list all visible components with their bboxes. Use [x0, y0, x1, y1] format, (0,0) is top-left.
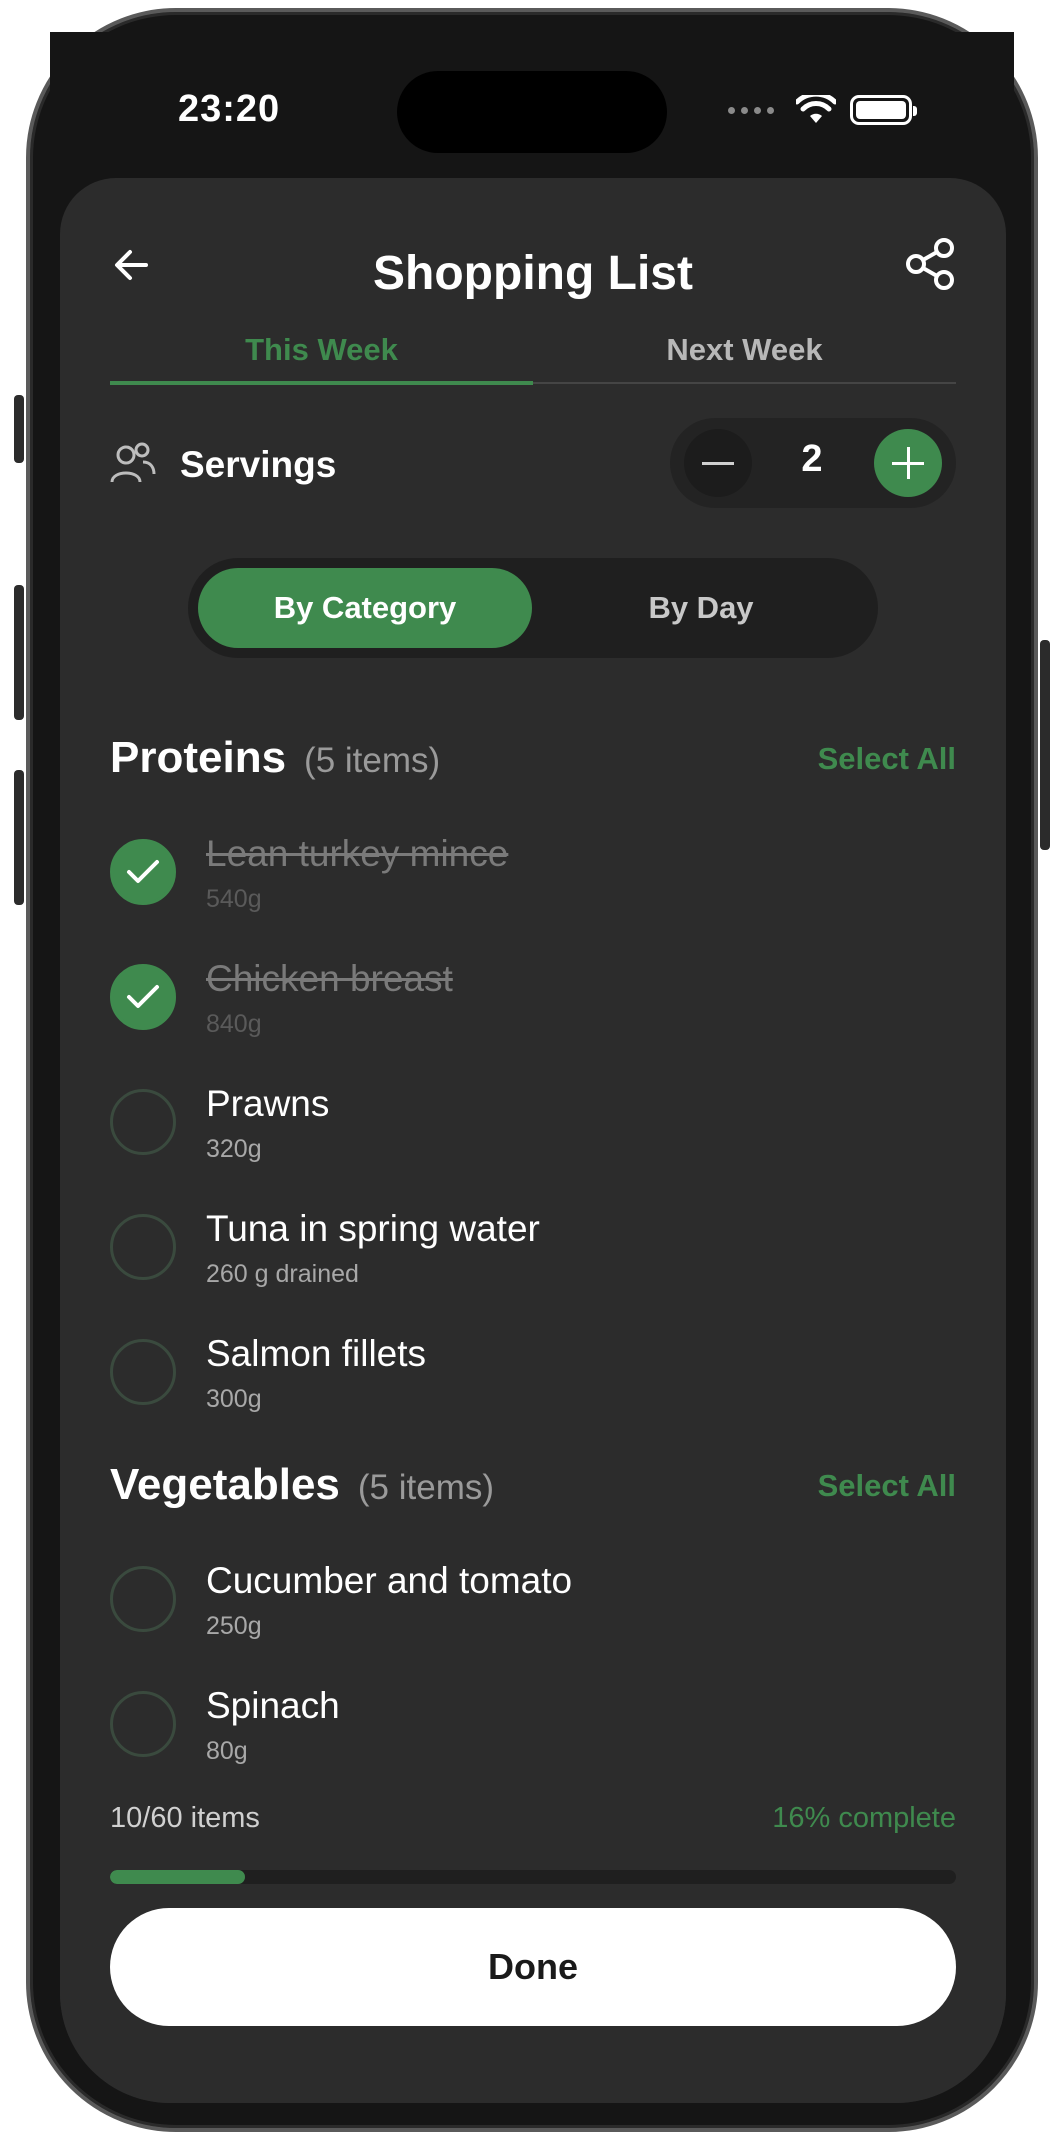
item-quantity: 250g — [206, 1612, 262, 1640]
check-icon — [127, 860, 159, 883]
people-icon — [110, 442, 156, 483]
action-button — [14, 395, 24, 463]
item-name: Cucumber and tomato — [206, 1560, 573, 1601]
list-item[interactable]: Cucumber and tomato 250g — [110, 1550, 956, 1660]
progress-footer: 10/60 items 16% complete Done — [60, 1778, 1006, 2103]
item-name: Tuna in spring water — [206, 1208, 540, 1249]
cellular-signal-icon — [728, 106, 774, 114]
item-quantity: 300g — [206, 1385, 262, 1413]
item-checkbox[interactable] — [110, 1089, 176, 1155]
servings-stepper: 2 — [670, 418, 956, 508]
decrease-servings-button[interactable] — [684, 429, 752, 497]
item-quantity: 80g — [206, 1737, 248, 1765]
list-item[interactable]: Tuna in spring water 260 g drained — [110, 1198, 956, 1308]
select-all-proteins-button[interactable]: Select All — [818, 741, 956, 777]
item-checkbox[interactable] — [110, 964, 176, 1030]
progress-count: 10/60 items — [110, 1802, 260, 1834]
tab-this-week[interactable]: This Week — [110, 318, 533, 385]
progress-bar — [110, 1870, 956, 1884]
item-name: Lean turkey mince — [206, 833, 509, 874]
section-header-proteins: Proteins (5 items) Select All — [110, 733, 956, 793]
battery-icon — [850, 95, 917, 125]
header: Shopping List — [60, 208, 1006, 318]
page-title: Shopping List — [373, 247, 693, 300]
share-icon — [906, 238, 954, 290]
toggle-by-category[interactable]: By Category — [198, 568, 532, 648]
item-checkbox[interactable] — [110, 1214, 176, 1280]
item-checkbox[interactable] — [110, 1566, 176, 1632]
volume-down-button — [14, 770, 24, 905]
list-item[interactable]: Salmon fillets 300g — [110, 1323, 956, 1433]
item-quantity: 320g — [206, 1135, 262, 1163]
progress-percent: 16% complete — [772, 1802, 956, 1834]
list-item[interactable]: Prawns 320g — [110, 1073, 956, 1183]
section-title: Vegetables (5 items) — [110, 1460, 494, 1510]
item-quantity: 260 g drained — [206, 1260, 359, 1288]
servings-label: Servings — [180, 444, 337, 485]
tab-next-week[interactable]: Next Week — [533, 318, 956, 382]
item-checkbox[interactable] — [110, 839, 176, 905]
shopping-list-sheet: Shopping List This Week Next Week Servin… — [60, 178, 1006, 2103]
increase-servings-button[interactable] — [874, 429, 942, 497]
item-name: Salmon fillets — [206, 1333, 427, 1374]
select-all-vegetables-button[interactable]: Select All — [818, 1468, 956, 1504]
section-header-vegetables: Vegetables (5 items) Select All — [110, 1460, 956, 1520]
status-indicators — [728, 95, 917, 125]
item-quantity: 540g — [206, 885, 262, 913]
item-checkbox[interactable] — [110, 1691, 176, 1757]
volume-up-button — [14, 585, 24, 720]
week-tabs: This Week Next Week — [110, 318, 956, 385]
list-item[interactable]: Lean turkey mince 540g — [110, 823, 956, 933]
progress-bar-fill — [110, 1870, 246, 1884]
servings-value: 2 — [801, 438, 823, 480]
dynamic-island — [397, 71, 667, 153]
section-item-count: (5 items) — [357, 1468, 495, 1507]
toggle-by-day[interactable]: By Day — [534, 568, 868, 648]
item-name: Prawns — [206, 1083, 330, 1124]
item-name: Chicken breast — [206, 958, 453, 999]
section-title: Proteins (5 items) — [110, 733, 440, 783]
done-button[interactable]: Done — [110, 1908, 956, 2026]
section-title-text: Proteins — [110, 733, 287, 782]
item-checkbox[interactable] — [110, 1339, 176, 1405]
item-name: Spinach — [206, 1685, 340, 1726]
check-icon — [127, 985, 159, 1008]
wifi-icon — [796, 95, 836, 123]
section-title-text: Vegetables — [110, 1460, 340, 1509]
section-item-count: (5 items) — [304, 741, 441, 780]
share-button[interactable] — [902, 236, 958, 292]
list-item[interactable]: Spinach 80g — [110, 1675, 956, 1785]
status-time: 23:20 — [178, 88, 281, 130]
view-toggle: By Category By Day — [188, 558, 878, 658]
item-quantity: 840g — [206, 1010, 262, 1038]
power-button — [1040, 640, 1050, 850]
servings-row: Servings 2 — [110, 418, 956, 508]
list-item[interactable]: Chicken breast 840g — [110, 948, 956, 1058]
